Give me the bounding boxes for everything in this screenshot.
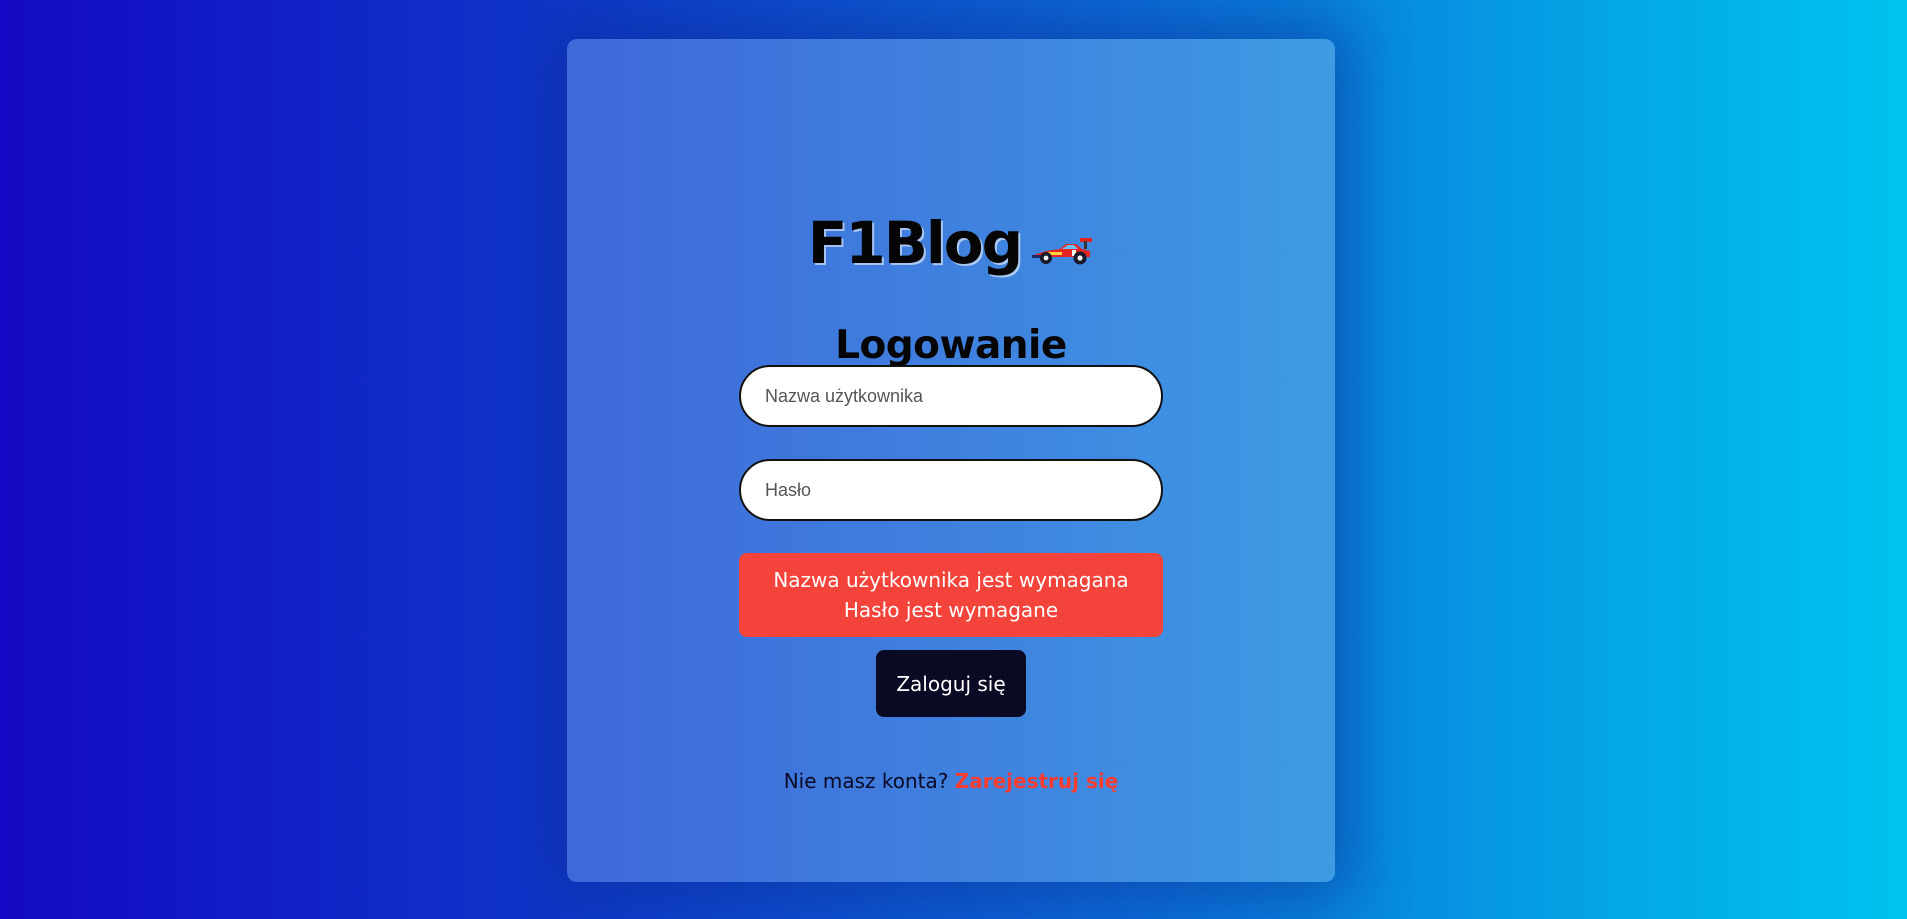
login-button[interactable]: Zaloguj się bbox=[876, 650, 1026, 717]
signup-link[interactable]: Zarejestruj się bbox=[955, 769, 1119, 793]
username-required-error: Nazwa użytkownika jest wymagana bbox=[773, 568, 1129, 592]
race-car-icon bbox=[1032, 235, 1094, 269]
password-input[interactable] bbox=[739, 459, 1163, 521]
username-input[interactable] bbox=[739, 365, 1163, 427]
signup-prompt-text: Nie masz konta? bbox=[783, 769, 949, 793]
page-title: Logowanie bbox=[835, 323, 1067, 368]
login-card: F1Blog Logowanie Nazwa użytkownika Nazwa… bbox=[567, 39, 1335, 882]
brand-title: F1Blog bbox=[807, 209, 1023, 277]
signup-prompt-row: Nie masz konta? Zarejestruj się bbox=[567, 769, 1335, 793]
password-required-error: Hasło jest wymagane bbox=[843, 598, 1059, 622]
validation-error-box: Nazwa użytkownika jest wymagana Hasło je… bbox=[739, 553, 1163, 637]
brand-header: F1Blog bbox=[567, 209, 1335, 277]
